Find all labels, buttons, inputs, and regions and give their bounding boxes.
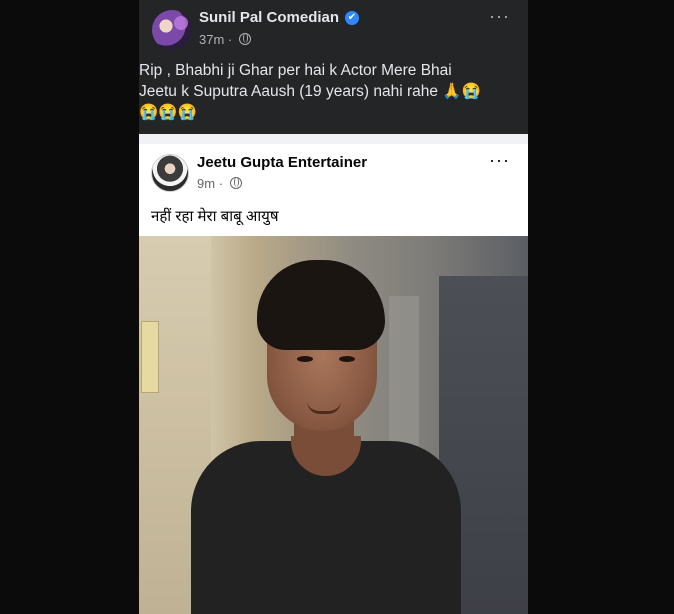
globe-icon (229, 177, 242, 189)
post-text-line: 😭😭😭 (139, 104, 197, 121)
post-timestamp[interactable]: 37m · (199, 32, 251, 47)
shared-post[interactable]: Jeetu Gupta Entertainer 9m · ··· नहीं रह… (139, 134, 528, 614)
divider (139, 134, 528, 144)
post-text-line: Jeetu k Suputra Aaush (19 years) nahi ra… (139, 83, 481, 100)
shared-post-author-name[interactable]: Jeetu Gupta Entertainer (197, 154, 367, 171)
post-time[interactable]: 37m (199, 32, 224, 47)
shared-post-timestamp[interactable]: 9m · (197, 176, 242, 191)
post-text-line: Rip , Bhabhi ji Ghar per hai k Actor Mer… (139, 62, 452, 79)
verified-badge-icon: ✔ (345, 11, 359, 25)
photo-subject-eye (339, 356, 355, 362)
shared-post-time[interactable]: 9m (197, 176, 215, 191)
outer-post-header: Sunil Pal Comedian ✔ 37m · ··· (139, 0, 528, 58)
post-author-name[interactable]: Sunil Pal Comedian (199, 9, 339, 26)
screenshot-frame: Sunil Pal Comedian ✔ 37m · ··· Rip , Bha… (139, 0, 528, 614)
meta-separator: · (218, 176, 224, 191)
more-options-icon[interactable]: ··· (489, 150, 510, 171)
post-text: Rip , Bhabhi ji Ghar per hai k Actor Mer… (139, 60, 509, 123)
more-options-icon[interactable]: ··· (489, 6, 510, 27)
photo-wall-switch (141, 321, 159, 393)
avatar[interactable] (152, 10, 192, 50)
photo-subject-eye (297, 356, 313, 362)
shared-author-avatar[interactable] (151, 154, 189, 192)
shared-post-text: नहीं रहा मेरा बाबू आयुष (151, 208, 279, 225)
globe-icon (238, 33, 251, 45)
post-photo[interactable] (139, 236, 528, 614)
meta-separator: · (227, 32, 233, 47)
photo-subject-hair (257, 260, 385, 350)
